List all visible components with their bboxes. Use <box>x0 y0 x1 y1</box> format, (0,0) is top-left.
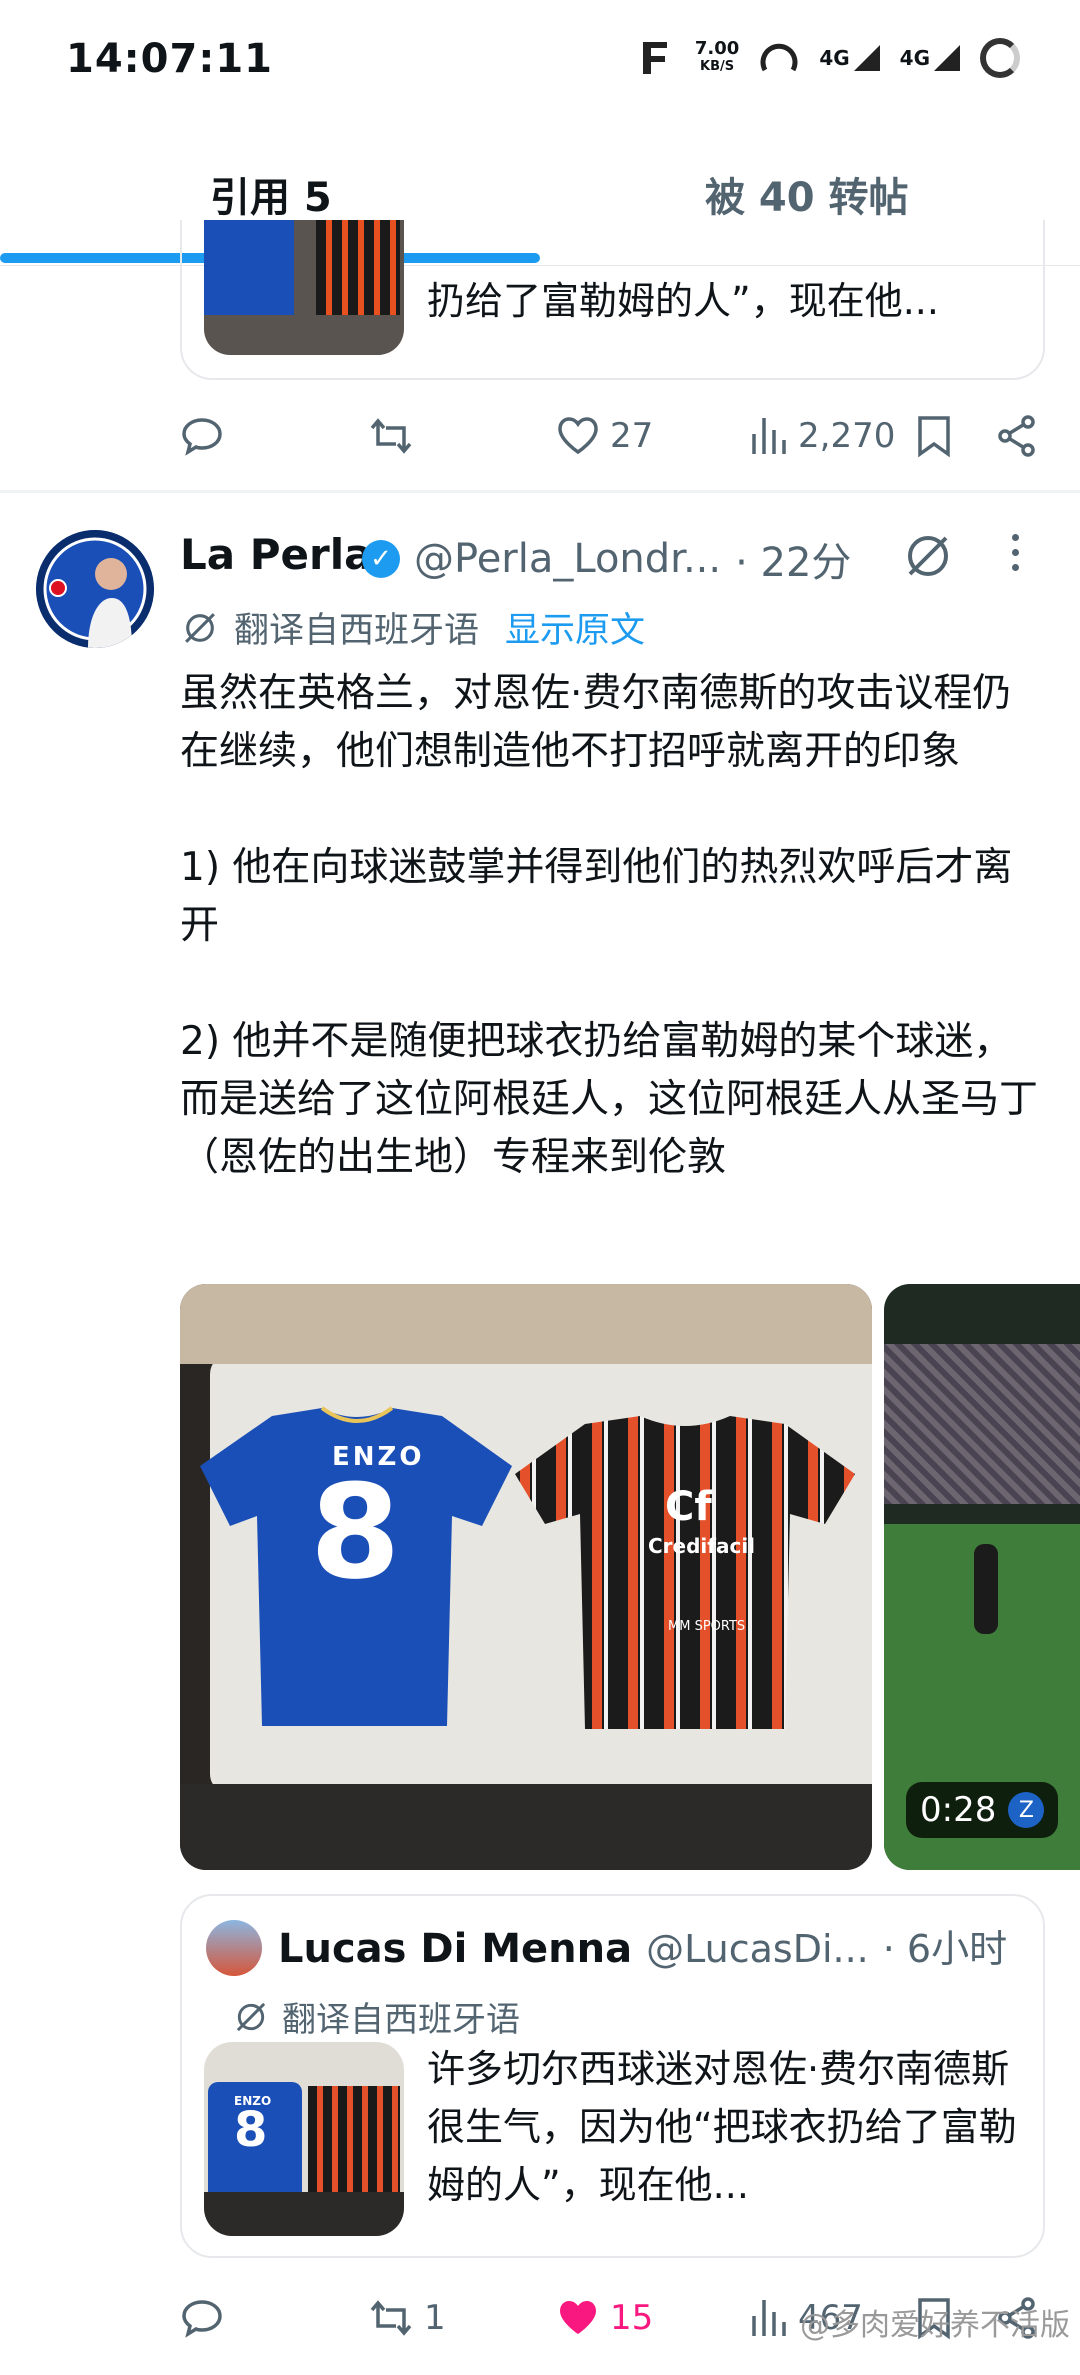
divider <box>0 490 1080 493</box>
signal-label: 4G <box>819 46 850 70</box>
jersey-sponsor: Credifacil <box>648 1534 756 1558</box>
striped-jersey <box>515 1416 855 1729</box>
video-duration: 0:28 Z <box>906 1782 1059 1838</box>
hotspot-icon <box>760 43 798 72</box>
video-crowd <box>884 1344 1080 1504</box>
translate-label: 翻译自西班牙语 <box>234 611 480 651</box>
jersey-sponsor-logo: Cf <box>665 1484 712 1530</box>
quote-time: · 6小时 <box>882 1927 1008 1971</box>
speed-unit: KB/S <box>700 59 735 74</box>
quote-card-top[interactable]: 扔给了富勒姆的人”，现在他... <box>180 220 1045 380</box>
repost-icon <box>370 418 412 454</box>
translate-icon <box>185 612 215 643</box>
quote-translation-row: 翻译自西班牙语 <box>232 1992 520 2041</box>
avatar[interactable] <box>36 530 154 648</box>
reply-button[interactable] <box>180 414 224 458</box>
duration-text: 0:28 <box>920 1790 997 1830</box>
repost-button[interactable] <box>368 414 414 458</box>
author-meta: ✓ @Perla_Londr... · 22分 <box>362 530 851 588</box>
tweet-time: · 22分 <box>735 540 852 586</box>
wall <box>180 1284 872 1364</box>
tab-quotes[interactable]: 引用 5 <box>210 165 332 223</box>
verified-badge-icon: ✓ <box>362 540 400 578</box>
jersey-number: 8 <box>310 1456 401 1608</box>
quote-header: Lucas Di Menna @LucasDi... · 6小时 <box>278 1918 1007 1973</box>
like-count: 27 <box>610 416 654 456</box>
jersey-brand: MM SPORTS <box>668 1619 746 1634</box>
repost-icon <box>370 2300 412 2336</box>
share-icon <box>998 415 1035 457</box>
signal-4g-icon: 4G <box>819 43 881 73</box>
reply-icon <box>182 418 222 456</box>
speed-value: 7.00 <box>694 38 740 59</box>
like-button[interactable]: 15 <box>556 2296 653 2340</box>
quote-thumbnail: ENZO 8 <box>204 2042 404 2236</box>
repost-count: 1 <box>424 2298 446 2338</box>
author-name[interactable]: La Perla <box>180 530 372 579</box>
thumb-floor <box>204 2192 404 2236</box>
bar-chart-icon <box>752 418 786 454</box>
signal-4g-icon-2: 4G <box>900 43 962 73</box>
quote-translate-label: 翻译自西班牙语 <box>282 2000 520 2040</box>
share-button[interactable] <box>996 414 1038 458</box>
status-icons: 7.00 KB/S 4G 4G <box>637 38 1020 78</box>
reply-button[interactable] <box>180 2296 224 2340</box>
status-bar: 14:07:11 7.00 KB/S 4G 4G <box>0 0 1080 125</box>
quote-author-handle: @LucasDi... <box>646 1927 869 1971</box>
more-options-icon[interactable] <box>1012 534 1019 571</box>
quote-thumbnail <box>204 220 404 355</box>
floor <box>180 1784 872 1870</box>
thumb-jersey-striped <box>308 2086 400 2192</box>
media-photo[interactable]: ENZO 8 Cf Credifacil MM SPORTS <box>180 1284 872 1870</box>
jersey-striped-thumb <box>316 220 400 315</box>
nfc-icon <box>642 42 667 74</box>
heart-icon <box>558 417 598 455</box>
bookmark-button[interactable] <box>916 414 952 458</box>
status-time: 14:07:11 <box>66 36 273 82</box>
video-player <box>974 1544 998 1634</box>
battery-icon <box>980 38 1020 78</box>
author-handle[interactable]: @Perla_Londr... <box>414 536 721 582</box>
jersey-blue-thumb <box>204 220 294 315</box>
reply-icon <box>182 2300 222 2338</box>
translate-icon <box>236 2002 266 2031</box>
like-count: 15 <box>610 2298 654 2338</box>
tab-reposts[interactable]: 被 40 转帖 <box>705 165 909 223</box>
grok-icon[interactable] <box>902 530 954 582</box>
quoted-tweet-card[interactable]: Lucas Di Menna @LucasDi... · 6小时 翻译自西班牙语… <box>180 1894 1045 2258</box>
quote-avatar <box>206 1920 262 1976</box>
tweet-body: 虽然在英格兰，对恩佐·费尔南德斯的攻击议程仍在继续，他们想制造他不打招呼就离开的… <box>180 671 1039 1180</box>
repost-button[interactable]: 1 <box>368 2296 446 2340</box>
network-speed: 7.00 KB/S <box>695 40 739 76</box>
view-count: 2,270 <box>798 416 896 456</box>
thumb-jersey-number: 8 <box>234 2102 268 2158</box>
video-badge: Z <box>1008 1792 1045 1828</box>
chelsea-avatar-image <box>36 530 154 648</box>
translation-row: 翻译自西班牙语 显示原文 <box>180 602 645 653</box>
quote-body: 许多切尔西球迷对恩佐·费尔南德斯很生气，因为他“把球衣扔给了富勒姆的人”，现在他… <box>427 2047 1017 2207</box>
signal-label-2: 4G <box>899 46 930 70</box>
watermark-text: @多肉爱好养不活版 <box>800 2308 1070 2343</box>
quote-author-name: Lucas Di Menna <box>278 1926 633 1972</box>
heart-filled-icon <box>560 2301 596 2334</box>
like-button[interactable]: 27 <box>556 414 653 458</box>
action-bar-top: 27 2,270 <box>0 400 1080 470</box>
views-button[interactable]: 2,270 <box>750 414 895 458</box>
quote-text: 扔给了富勒姆的人”，现在他... <box>427 279 939 323</box>
bookmark-icon <box>918 416 950 458</box>
bar-chart-icon <box>752 2300 786 2336</box>
show-original-link[interactable]: 显示原文 <box>505 602 645 653</box>
